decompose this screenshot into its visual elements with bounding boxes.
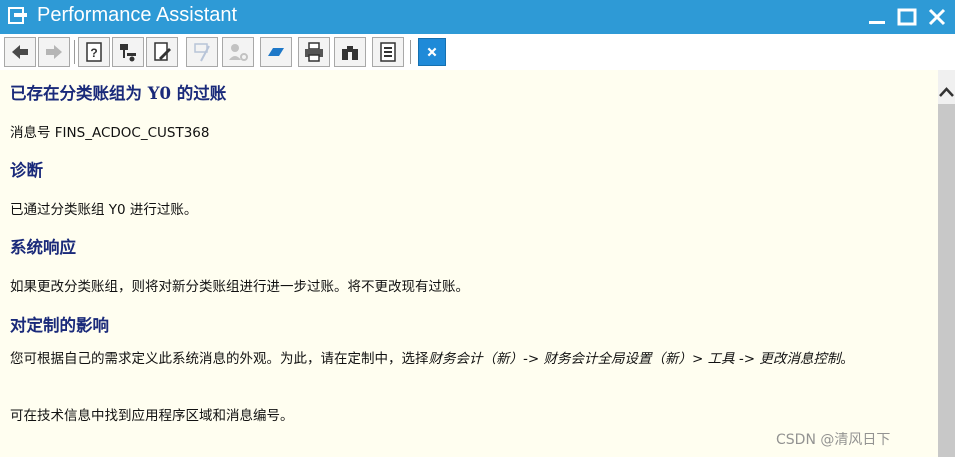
title-bar: Performance Assistant	[0, 0, 955, 34]
bookmark-icon	[268, 48, 284, 56]
document-list-button[interactable]	[372, 37, 404, 67]
find-binoculars-icon	[342, 46, 358, 60]
customizing-text-suffix: 。	[840, 351, 854, 367]
diagnosis-text: 已通过分类账组 Y0 进行过账。	[10, 202, 198, 218]
user-key-icon	[229, 44, 248, 61]
message-title: 已存在分类账组为 Y0 的过账	[10, 84, 227, 103]
window-title: Performance Assistant	[37, 4, 238, 26]
customizing-text-prefix: 您可根据自己的需求定义此系统消息的外观。为此，请在定制中，选择	[10, 351, 429, 367]
help-book-icon: ?	[86, 42, 102, 62]
user-key-button[interactable]	[222, 37, 254, 67]
document-list-icon	[380, 42, 396, 62]
toolbar-separator	[74, 40, 75, 64]
customizing-heading: 对定制的影响	[10, 316, 109, 335]
diagnosis-heading: 诊断	[10, 161, 43, 180]
technical-info-button[interactable]	[112, 37, 144, 67]
customizing-path-link[interactable]: 财务会计（新）-> 财务会计全局设置（新）> 工具 -> 更改消息控制	[429, 351, 841, 367]
watermark: CSDN @清风日下	[776, 432, 891, 448]
print-button[interactable]	[298, 37, 330, 67]
toolbar-separator	[410, 40, 411, 64]
close-button[interactable]	[418, 38, 446, 66]
app-window-icon	[8, 7, 27, 24]
forward-arrow-icon	[46, 45, 62, 59]
close-x-icon	[427, 47, 437, 57]
technical-info-text: 可在技术信息中找到应用程序区域和消息编号。	[10, 408, 294, 424]
edit-document-icon	[154, 42, 171, 61]
find-button[interactable]	[334, 37, 366, 67]
response-heading: 系统响应	[10, 238, 76, 257]
technical-info-icon	[120, 44, 136, 62]
back-arrow-icon	[12, 45, 28, 59]
vertical-scrollbar[interactable]	[938, 70, 955, 457]
scroll-up-icon[interactable]	[938, 82, 955, 104]
forward-button[interactable]	[38, 37, 70, 67]
bookmark-button[interactable]	[260, 37, 292, 67]
message-content: 已存在分类账组为 Y0 的过账 消息号 FINS_ACDOC_CUST368 诊…	[0, 70, 938, 457]
edit-document-button[interactable]	[146, 37, 178, 67]
minimize-icon[interactable]	[866, 6, 888, 28]
message-number: 消息号 FINS_ACDOC_CUST368	[10, 125, 210, 141]
toolbar: ?	[0, 34, 955, 70]
wand-button[interactable]	[186, 37, 218, 67]
back-button[interactable]	[4, 37, 36, 67]
maximize-icon[interactable]	[896, 6, 918, 28]
help-button[interactable]: ?	[78, 37, 110, 67]
close-window-icon[interactable]	[926, 6, 948, 28]
response-text: 如果更改分类账组，则将对新分类账组进行进一步过账。将不更改现有过账。	[10, 279, 469, 295]
customizing-text: 您可根据自己的需求定义此系统消息的外观。为此，请在定制中，选择财务会计（新）->…	[10, 350, 930, 369]
scrollbar-thumb[interactable]	[938, 104, 955, 457]
print-icon	[305, 42, 323, 62]
wand-icon	[194, 43, 210, 62]
svg-text:?: ?	[90, 46, 97, 60]
